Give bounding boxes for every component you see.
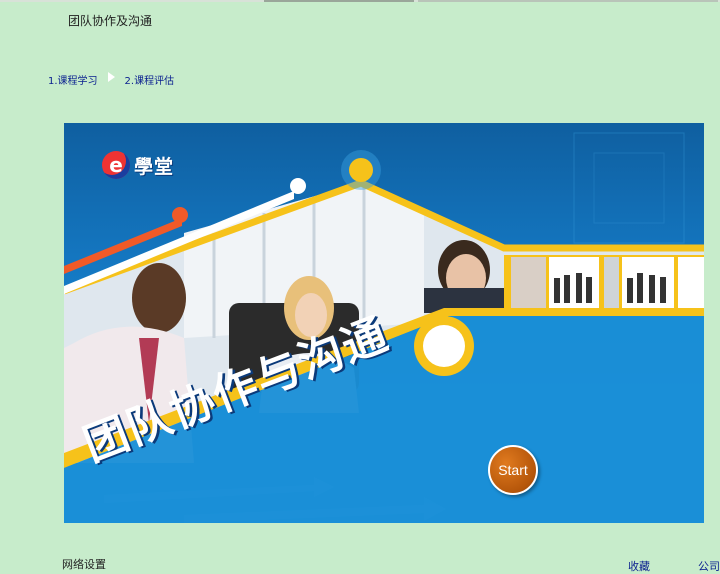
e-logo-icon: e	[102, 151, 130, 179]
course-banner: e 學堂 团队协作与沟通 Start	[64, 123, 704, 523]
start-button[interactable]: Start	[488, 445, 538, 495]
thumbnail-photo	[604, 257, 619, 309]
company-link[interactable]: 公司	[698, 558, 720, 574]
thumbnail-photo	[511, 257, 546, 309]
network-settings-link[interactable]: 网络设置	[62, 556, 106, 572]
step-course-study[interactable]: 1.课程学习	[48, 72, 98, 87]
page-title: 团队协作及沟通	[68, 14, 153, 28]
step-course-evaluation[interactable]: 2.课程评估	[125, 72, 175, 87]
brand-name: 學堂	[134, 155, 175, 178]
deco-square	[593, 152, 665, 224]
course-steps-nav: 1.课程学习 2.课程评估	[48, 71, 175, 87]
favorite-link[interactable]: 收藏	[628, 558, 650, 574]
deco-square	[573, 132, 685, 244]
top-divider	[0, 0, 720, 2]
white-dot	[290, 178, 306, 194]
step-arrow-icon	[107, 71, 115, 82]
thumbnail-photo	[678, 257, 704, 309]
brand-logo: e 學堂	[102, 151, 174, 179]
white-circle	[423, 325, 465, 367]
yellow-dot	[349, 158, 373, 182]
orange-dot	[172, 207, 188, 223]
